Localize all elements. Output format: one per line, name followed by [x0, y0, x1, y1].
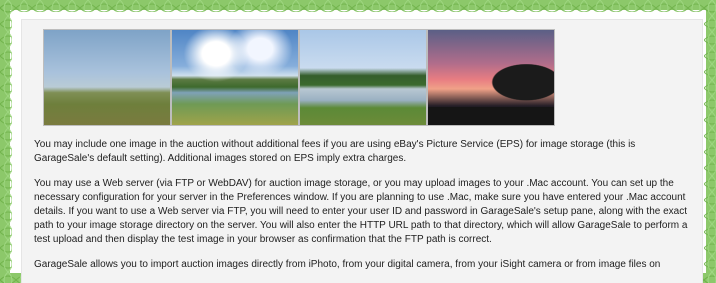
auction-photo-1: [44, 30, 170, 125]
description-text: You may include one image in the auction…: [34, 138, 689, 283]
auction-photo-3: [300, 30, 426, 125]
paragraph-import: GarageSale allows you to import auction …: [34, 259, 661, 270]
paragraph-web-server: You may use a Web server (via FTP or Web…: [34, 178, 688, 245]
image-strip: [44, 30, 554, 125]
auction-description-panel: You may include one image in the auction…: [22, 20, 702, 283]
auction-photo-2: [172, 30, 298, 125]
paragraph-eps: You may include one image in the auction…: [34, 139, 636, 164]
auction-photo-4: [428, 30, 554, 125]
